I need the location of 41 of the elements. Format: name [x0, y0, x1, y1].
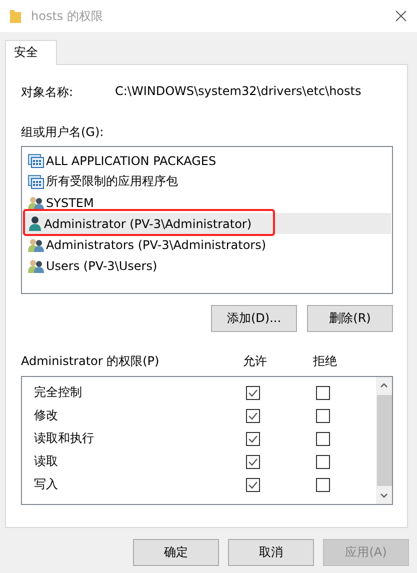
permission-name: 读取和执行	[34, 430, 95, 447]
window-title: hosts 的权限	[31, 8, 104, 24]
principal-item[interactable]: 所有受限制的应用程序包	[22, 171, 391, 192]
principal-item[interactable]: Administrators (PV-3\Administrators)	[22, 234, 391, 255]
deny-checkbox[interactable]	[316, 386, 330, 400]
permission-name: 完全控制	[34, 384, 83, 401]
app-package-icon	[28, 174, 44, 188]
permission-name: 写入	[34, 476, 59, 493]
close-icon[interactable]	[395, 10, 407, 22]
permission-name: 读取	[34, 453, 59, 470]
principal-item[interactable]: Users (PV-3\Users)	[22, 255, 391, 276]
dialog-button[interactable]: 确定	[133, 539, 219, 566]
app-package-icon	[28, 154, 44, 168]
object-name-label: 对象名称:	[21, 84, 74, 101]
dialog-button[interactable]: 取消	[228, 539, 314, 566]
allow-checkbox[interactable]	[246, 408, 260, 422]
deny-checkbox[interactable]	[316, 454, 330, 468]
allow-checkbox[interactable]	[246, 432, 260, 446]
object-path: C:\WINDOWS\system32\drivers\etc\hosts	[115, 84, 362, 100]
principal-item[interactable]: ALL APPLICATION PACKAGES	[22, 150, 391, 171]
users-icon	[28, 238, 44, 252]
tab[interactable]: 安全	[5, 40, 57, 65]
deny-header: 拒绝	[313, 353, 337, 370]
folder-icon	[10, 9, 21, 23]
deny-checkbox[interactable]	[316, 478, 330, 492]
principal-item[interactable]: SYSTEM	[22, 192, 391, 213]
list-action-button[interactable]: 删除(R)	[307, 305, 393, 332]
deny-checkbox[interactable]	[316, 408, 330, 422]
allow-header: 允许	[243, 353, 267, 370]
users-icon	[28, 258, 44, 272]
list-action-button[interactable]: 添加(D)...	[211, 305, 297, 332]
scrollbar-thumb[interactable]	[376, 395, 392, 486]
deny-checkbox[interactable]	[316, 432, 330, 446]
allow-checkbox[interactable]	[246, 386, 260, 400]
permissions-label: Administrator 的权限(P)	[21, 353, 160, 370]
group-list-label: 组或用户名(G):	[21, 125, 104, 139]
allow-checkbox[interactable]	[246, 454, 260, 468]
allow-checkbox[interactable]	[246, 478, 260, 492]
permission-name: 修改	[34, 407, 59, 424]
users-icon	[28, 196, 44, 210]
user-icon	[28, 216, 42, 231]
